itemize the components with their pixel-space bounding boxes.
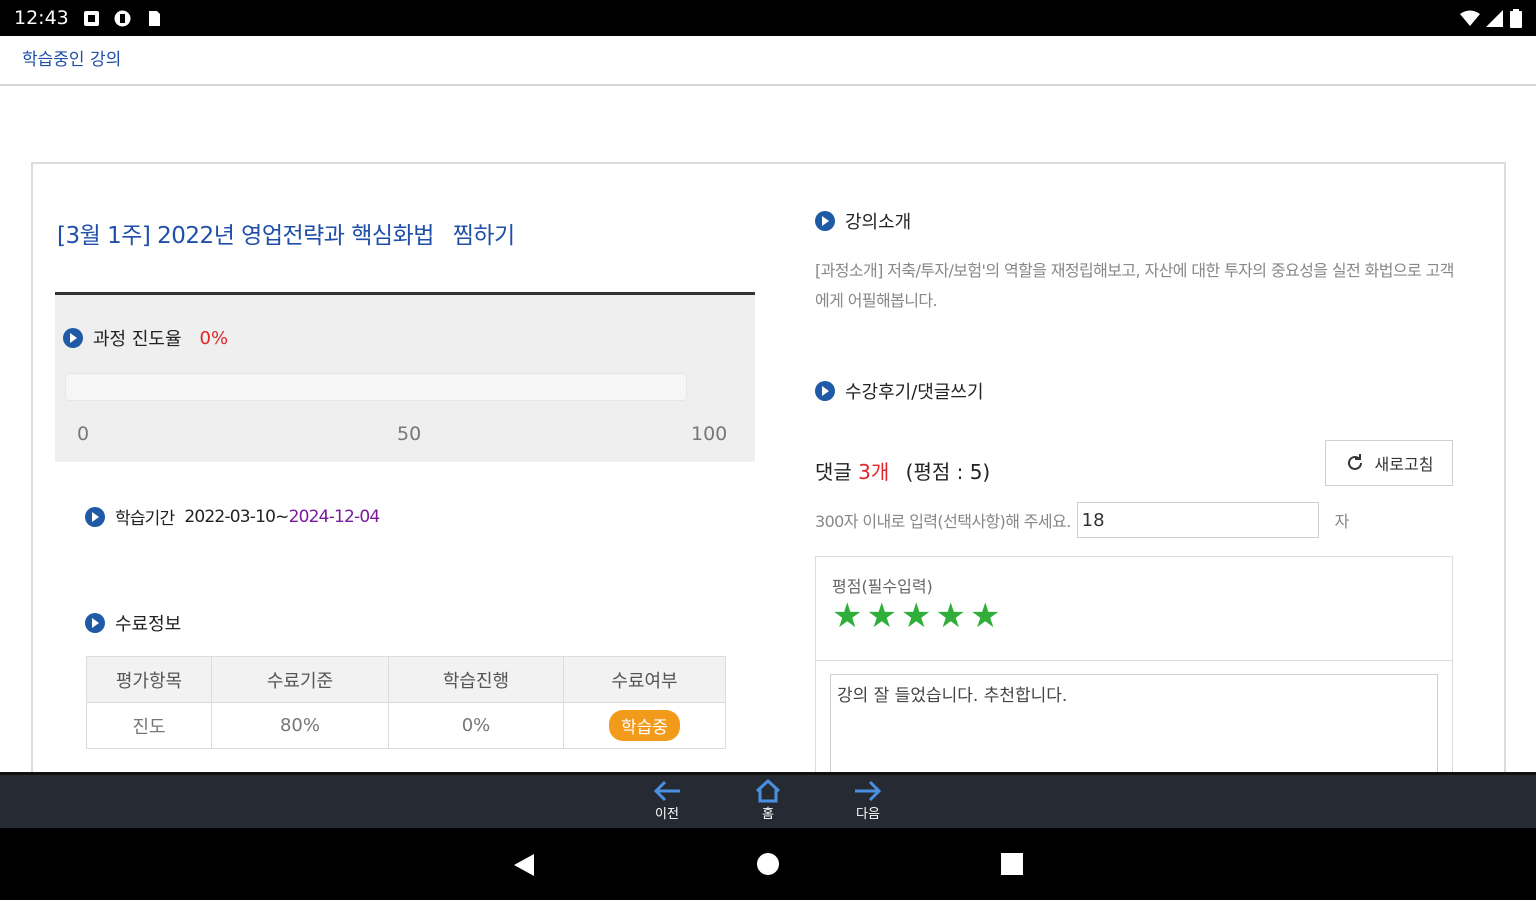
char-count-unit: 자 [1334, 512, 1350, 531]
table-cell: 진도 [86, 702, 212, 749]
comment-count-value: 3개 [858, 460, 890, 484]
intro-heading-text: 강의소개 [845, 212, 912, 233]
sd-card-icon [148, 10, 160, 26]
progress-tick-100: 100 [691, 423, 728, 445]
completion-table: 평가항목 수료기준 학습진행 수료여부 진도 80% 0% 학습중 [86, 656, 726, 749]
course-card: [3월 1주] 2022년 영업전략과 핵심화법 찜하기 과정 진도율 0% 0… [31, 162, 1506, 804]
bullet-icon [815, 211, 835, 231]
progress-label-text: 과정 진도율 [93, 329, 182, 350]
home-label: 홈 [762, 807, 774, 822]
study-period-label: 학습기간 [115, 509, 175, 529]
status-badge: 학습중 [609, 710, 680, 741]
notification-icon [83, 10, 99, 26]
right-column: 강의소개 [과정소개] 저축/투자/보험'의 역할을 재정립해보고, 자산에 대… [813, 164, 1473, 804]
progress-tick-0: 0 [77, 423, 90, 445]
breadcrumb[interactable]: 학습중인 강의 [22, 45, 121, 70]
reviews-heading: 수강후기/댓글쓰기 [815, 378, 984, 404]
star-rating[interactable]: ★ ★ ★ ★ ★ [832, 599, 1000, 633]
home-icon [755, 779, 781, 803]
bullet-icon [63, 328, 83, 348]
table-header: 평가항목 [86, 656, 212, 703]
rating-label: 평점(필수입력) [832, 577, 933, 596]
star-icon[interactable]: ★ [832, 599, 862, 633]
next-label: 다음 [856, 807, 880, 822]
prev-label: 이전 [655, 807, 679, 822]
progress-percent: 0% [199, 327, 229, 349]
star-icon[interactable]: ★ [901, 599, 931, 633]
bullet-icon [85, 613, 105, 633]
table-header: 학습진행 [388, 656, 564, 703]
char-limit-text: 300자 이내로 입력(선택사항)해 주세요. [815, 512, 1071, 531]
table-header: 수료기준 [211, 656, 389, 703]
table-cell: 80% [211, 702, 389, 749]
study-period-start: 2022-03-10 [184, 506, 276, 527]
table-header: 수료여부 [563, 656, 726, 703]
rating-box: 평점(필수입력) ★ ★ ★ ★ ★ [815, 556, 1453, 661]
progress-tick-50: 50 [397, 423, 422, 445]
app-badge-icon [114, 10, 131, 26]
wifi-icon [1460, 10, 1480, 26]
status-time: 12:43 [14, 7, 69, 29]
wishlist-link[interactable]: 찜하기 [453, 223, 515, 249]
table-header-row: 평가항목 수료기준 학습진행 수료여부 [86, 656, 726, 703]
table-cell: 0% [388, 702, 564, 749]
bullet-icon [815, 381, 835, 401]
prev-button[interactable]: 이전 [637, 779, 697, 827]
refresh-icon [1347, 454, 1362, 470]
completion-heading: 수료정보 [85, 610, 181, 636]
study-period-separator: ~ [275, 506, 289, 527]
char-limit-row: 300자 이내로 입력(선택사항)해 주세요. 자 [815, 502, 1349, 538]
next-button[interactable]: 다음 [838, 779, 898, 827]
refresh-button[interactable]: 새로고침 [1325, 440, 1453, 486]
signal-icon [1486, 9, 1503, 27]
system-home-icon[interactable] [756, 852, 780, 876]
home-button[interactable]: 홈 [738, 779, 798, 827]
battery-icon [1510, 8, 1522, 28]
progress-bar [65, 373, 687, 401]
study-period-end: 2024-12-04 [288, 506, 381, 527]
arrow-left-icon [653, 780, 680, 802]
course-title-text: [3월 1주] 2022년 영업전략과 핵심화법 [57, 223, 434, 249]
comment-count-label: 댓글 [815, 460, 852, 484]
star-icon[interactable]: ★ [866, 599, 896, 633]
study-period: 학습기간 2022-03-10~2024-12-04 [85, 504, 381, 529]
rating-summary: (평점 : 5) [905, 460, 991, 484]
intro-text: [과정소개] 저축/투자/보험'의 역할을 재정립해보고, 자산에 대한 투자의… [815, 261, 1454, 310]
refresh-button-label: 새로고침 [1374, 457, 1434, 474]
completion-heading-text: 수료정보 [115, 614, 182, 635]
progress-section: 과정 진도율 0% 0 50 100 [55, 292, 755, 462]
top-navigation: 학습중인 강의 [0, 36, 1536, 86]
intro-heading: 강의소개 [815, 208, 911, 234]
system-navigation-bar [0, 828, 1536, 900]
table-row: 진도 80% 0% 학습중 [86, 702, 726, 749]
course-title: [3월 1주] 2022년 영업전략과 핵심화법 찜하기 [57, 216, 515, 250]
system-back-icon[interactable] [512, 852, 536, 878]
system-recents-icon[interactable] [1000, 852, 1024, 876]
status-bar: 12:43 [0, 0, 1536, 36]
comment-count: 댓글 3개 (평점 : 5) [815, 456, 990, 485]
char-count-field[interactable] [1076, 502, 1319, 538]
star-icon[interactable]: ★ [935, 599, 965, 633]
arrow-right-icon [855, 780, 882, 802]
bullet-icon [85, 506, 105, 527]
progress-label: 과정 진도율 0% [63, 325, 228, 351]
star-icon[interactable]: ★ [970, 599, 1000, 633]
table-cell: 학습중 [563, 702, 726, 749]
reviews-heading-text: 수강후기/댓글쓰기 [845, 382, 984, 403]
bottom-navigation: 이전 홈 다음 [0, 772, 1536, 828]
